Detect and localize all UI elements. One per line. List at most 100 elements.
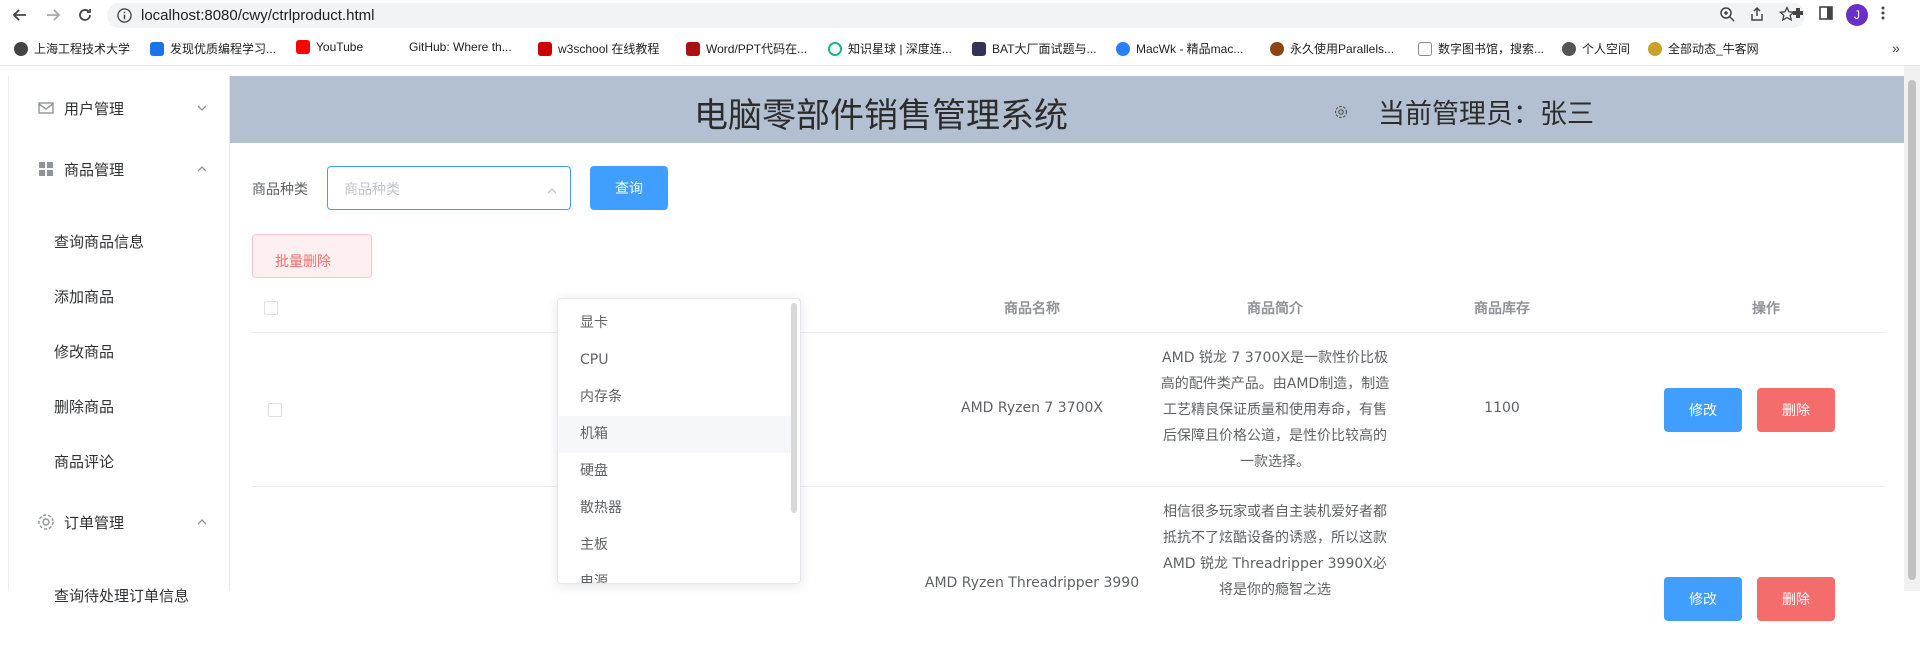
- zoom-icon[interactable]: [1719, 6, 1735, 26]
- dropdown-option-hovered[interactable]: 机箱: [558, 416, 796, 453]
- profile-avatar[interactable]: J: [1846, 4, 1868, 26]
- category-dropdown: 显卡 CPU 内存条 机箱 硬盘 散热器 主板 电源: [557, 298, 801, 584]
- code-icon: [150, 41, 164, 56]
- table-row: AMD Ryzen Threadripper 3990 相信很多玩家或者自主装机…: [252, 487, 1886, 647]
- w3school-icon: [538, 41, 552, 56]
- page-header: 电脑零部件销售管理系统 当前管理员：张三: [230, 76, 1904, 143]
- sidebar-item-product-review[interactable]: 商品评论: [54, 447, 114, 477]
- bookmark-item[interactable]: w3school 在线教程: [538, 40, 659, 57]
- menu-group-label: 用户管理: [64, 99, 125, 118]
- dropdown-option[interactable]: CPU: [558, 342, 796, 379]
- bookmark-item[interactable]: 上海工程技术大学: [14, 40, 130, 57]
- page-scrollbar[interactable]: [1904, 66, 1920, 591]
- bookmark-item[interactable]: MacWk - 精品mac...: [1116, 40, 1243, 57]
- dropdown-option[interactable]: 内存条: [558, 379, 796, 416]
- row-checkbox[interactable]: [268, 403, 282, 417]
- browser-toolbar: localhost:8080/cwy/ctrlproduct.html J: [0, 0, 1920, 31]
- v-icon: [1418, 41, 1432, 56]
- main-content: 电脑零部件销售管理系统 当前管理员：张三 商品种类 商品种类 查询 批量删除 商…: [230, 76, 1904, 621]
- bookmark-item[interactable]: 数字图书馆，搜索...: [1418, 40, 1544, 57]
- address-bar[interactable]: localhost:8080/cwy/ctrlproduct.html: [107, 3, 1805, 28]
- grid-icon: [37, 160, 55, 178]
- menu-group-label: 商品管理: [64, 160, 125, 179]
- mail-icon: [37, 99, 55, 117]
- word-icon: [686, 41, 700, 56]
- nowcoder-icon: [1648, 41, 1662, 56]
- page-title: 电脑零部件销售管理系统: [694, 96, 1068, 136]
- sidebar-item-edit-product[interactable]: 修改商品: [54, 337, 114, 367]
- dropdown-option[interactable]: 主板: [558, 527, 796, 564]
- batch-delete-button[interactable]: 批量删除: [252, 234, 372, 278]
- edit-button[interactable]: 修改: [1664, 577, 1742, 621]
- row-description: AMD 锐龙 7 3700X是一款性价比极高的配件类产品。由AMD制造，制造工艺…: [1160, 350, 1390, 470]
- row-name: AMD Ryzen Threadripper 3990: [924, 575, 1140, 591]
- select-all-checkbox[interactable]: [264, 301, 278, 315]
- menu-group-order[interactable]: 订单管理: [9, 494, 231, 550]
- macwk-icon: [1116, 41, 1130, 56]
- category-filter-label: 商品种类: [252, 182, 308, 198]
- table-row: ￥2499 AMD Ryzen 7 3700X AMD 锐龙 7 3700X是一…: [252, 333, 1886, 487]
- sidebar-item-delete-product[interactable]: 删除商品: [54, 392, 114, 422]
- github-icon: [389, 40, 403, 54]
- sidebar-item-add-product[interactable]: 添加商品: [54, 282, 114, 312]
- dropdown-option[interactable]: 显卡: [558, 305, 796, 342]
- bookmark-item[interactable]: BAT大厂面试题与...: [972, 40, 1096, 57]
- doc-icon: [972, 41, 986, 56]
- side-panel-icon[interactable]: [1818, 5, 1834, 25]
- row-description: 相信很多玩家或者自主装机爱好者都抵抗不了炫酷设备的诱惑，所以这款AMD 锐龙 T…: [1163, 504, 1387, 598]
- dropdown-option[interactable]: 电源: [558, 564, 796, 583]
- back-arrow-icon[interactable]: [8, 3, 32, 27]
- url-text[interactable]: localhost:8080/cwy/ctrlproduct.html: [141, 7, 374, 24]
- col-header-description: 商品简介: [1247, 301, 1303, 317]
- query-button[interactable]: 查询: [590, 166, 668, 210]
- table-header: 商品价格 商品名称 商品简介 商品库存 操作: [252, 281, 1886, 333]
- delete-button[interactable]: 删除: [1757, 388, 1835, 432]
- forward-arrow-icon[interactable]: [41, 3, 65, 27]
- sidebar: 用户管理 商品管理 查询商品信息 添加商品 修改商品 删除商品 商品评论 订单管…: [8, 76, 231, 605]
- chevron-up-icon: [546, 182, 558, 194]
- category-select-placeholder: 商品种类: [344, 182, 400, 198]
- col-header-name: 商品名称: [1004, 301, 1060, 317]
- row-name: AMD Ryzen 7 3700X: [961, 400, 1103, 416]
- more-bookmarks-icon[interactable]: »: [1892, 40, 1900, 56]
- extensions-icon[interactable]: [1790, 5, 1806, 25]
- page-scrollbar-thumb[interactable]: [1908, 80, 1916, 580]
- sidebar-item-pending-orders[interactable]: 查询待处理订单信息: [54, 581, 189, 611]
- zsxq-icon: [828, 41, 842, 56]
- dropdown-option[interactable]: 散热器: [558, 490, 796, 527]
- bookmark-item[interactable]: 个人空间: [1562, 40, 1630, 57]
- globe-icon: [14, 41, 28, 56]
- col-header-actions: 操作: [1752, 301, 1780, 317]
- youtube-icon: [296, 40, 310, 54]
- sidebar-item-query-product[interactable]: 查询商品信息: [54, 227, 144, 257]
- bookmark-item[interactable]: 知识星球 | 深度连...: [828, 40, 952, 57]
- chevron-up-icon: [195, 515, 209, 529]
- share-icon[interactable]: [1749, 6, 1765, 26]
- reload-icon[interactable]: [73, 3, 97, 27]
- bookmark-item[interactable]: 全部动态_牛客网: [1648, 40, 1759, 57]
- settings-gear-icon[interactable]: [1334, 104, 1348, 119]
- parallels-icon: [1270, 41, 1284, 56]
- current-admin-label: 当前管理员：张三: [1378, 99, 1594, 130]
- chevron-down-icon: [195, 101, 209, 115]
- menu-group-user[interactable]: 用户管理: [9, 80, 231, 136]
- chevron-up-icon: [195, 162, 209, 176]
- delete-button[interactable]: 删除: [1757, 577, 1835, 621]
- info-icon[interactable]: [117, 8, 132, 27]
- bookmark-item[interactable]: Word/PPT代码在...: [686, 40, 807, 57]
- category-select[interactable]: 商品种类: [327, 166, 571, 210]
- globe-icon: [1562, 41, 1576, 56]
- dropdown-option[interactable]: 硬盘: [558, 453, 796, 490]
- gear-icon: [37, 513, 55, 531]
- menu-group-label: 订单管理: [64, 513, 125, 532]
- bookmark-item[interactable]: 永久使用Parallels...: [1270, 40, 1394, 57]
- bookmark-item[interactable]: GitHub: Where th...: [389, 40, 512, 54]
- app-root: 用户管理 商品管理 查询商品信息 添加商品 修改商品 删除商品 商品评论 订单管…: [0, 66, 1920, 621]
- dropdown-scrollbar[interactable]: [791, 303, 797, 513]
- row-stock: 1100: [1484, 400, 1520, 416]
- menu-group-product[interactable]: 商品管理: [9, 141, 231, 197]
- menu-kebab-icon[interactable]: [1880, 5, 1886, 25]
- bookmark-item[interactable]: YouTube: [296, 40, 363, 54]
- edit-button[interactable]: 修改: [1664, 388, 1742, 432]
- bookmark-item[interactable]: 发现优质编程学习...: [150, 40, 276, 57]
